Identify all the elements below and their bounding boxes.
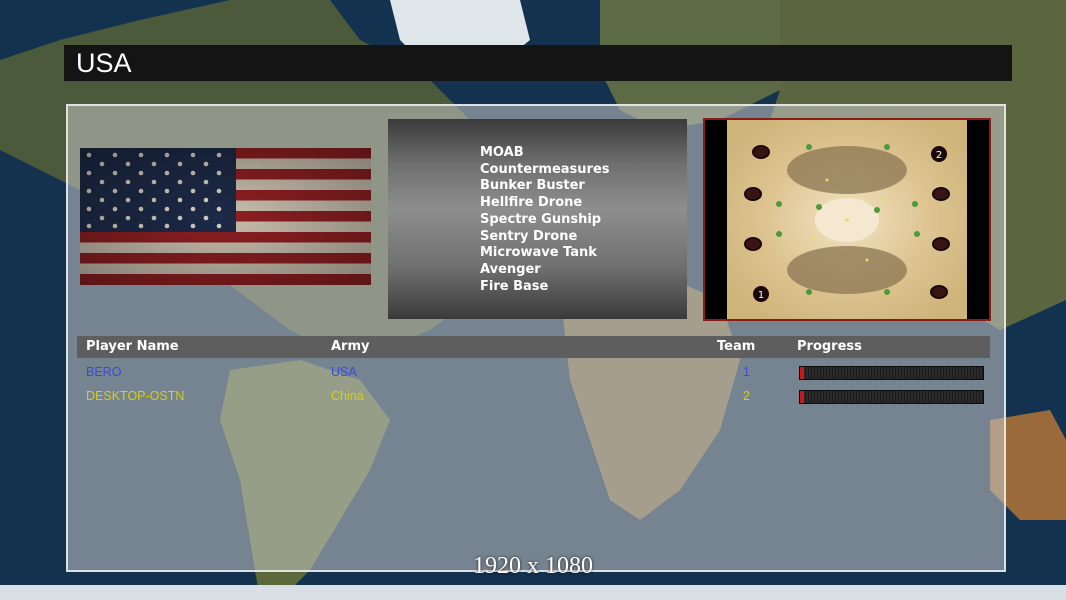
power-item: Countermeasures xyxy=(480,161,610,177)
army-flag xyxy=(80,148,371,285)
power-item: Avenger xyxy=(480,261,541,277)
player-team: 2 xyxy=(743,389,750,403)
power-item: Bunker Buster xyxy=(480,178,585,194)
loading-progress-bar xyxy=(799,366,984,380)
player-row: DESKTOP-OSTN China 2 xyxy=(77,386,990,408)
power-item: Hellfire Drone xyxy=(480,195,583,211)
player-name: BERO xyxy=(86,365,122,379)
power-item: Spectre Gunship xyxy=(480,211,602,227)
start-position-1: 1 xyxy=(753,286,769,302)
player-army: China xyxy=(331,389,364,403)
resolution-label: 1920 x 1080 xyxy=(473,553,593,579)
loading-progress-fill xyxy=(800,367,804,379)
start-position-label: 2 xyxy=(936,150,942,161)
loading-progress-bar xyxy=(799,390,984,404)
power-item: MOAB xyxy=(480,145,524,160)
power-item: Fire Base xyxy=(480,278,549,294)
general-powers-panel: MOAB Countermeasures Bunker Buster Hellf… xyxy=(388,119,687,319)
map-preview: 2 1 xyxy=(703,118,991,321)
header-team: Team xyxy=(717,339,756,354)
header-progress: Progress xyxy=(797,339,862,354)
header-army: Army xyxy=(331,339,370,354)
player-row: BERO USA 1 xyxy=(77,362,990,384)
start-position-2: 2 xyxy=(931,146,947,162)
player-team: 1 xyxy=(743,365,750,379)
power-item: Sentry Drone xyxy=(480,228,578,244)
title-bar: USA xyxy=(64,45,1012,81)
loading-progress-fill xyxy=(800,391,804,403)
general-powers-list: MOAB Countermeasures Bunker Buster Hellf… xyxy=(480,145,610,295)
start-position-label: 1 xyxy=(758,290,764,301)
power-item: Microwave Tank xyxy=(480,245,597,261)
army-title: USA xyxy=(76,48,132,78)
player-table-header: Player Name Army Team Progress xyxy=(77,336,990,358)
player-name: DESKTOP-OSTN xyxy=(86,389,185,403)
player-army: USA xyxy=(331,365,357,379)
header-player-name: Player Name xyxy=(86,339,179,354)
